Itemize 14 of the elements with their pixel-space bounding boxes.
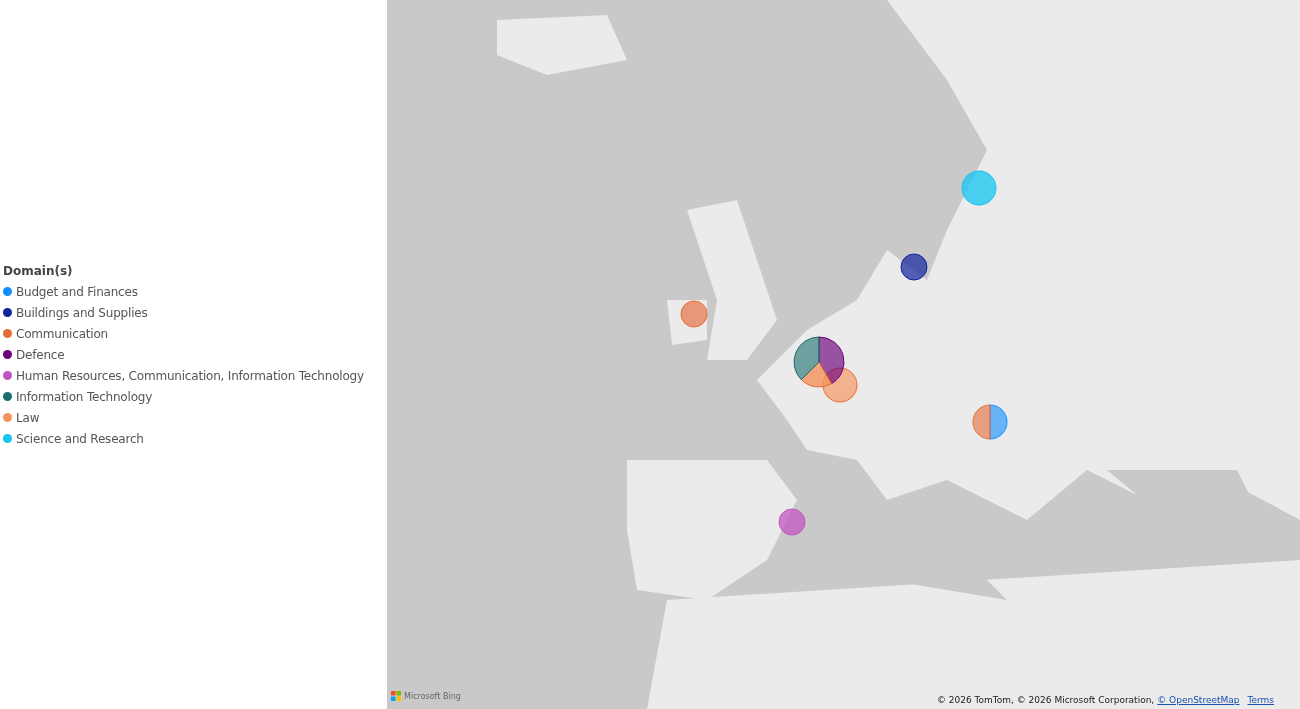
map-logo-text: Microsoft Bing [404, 691, 461, 701]
legend-item[interactable]: Science and Research [3, 430, 364, 447]
windows-logo-icon [391, 691, 401, 701]
legend-title: Domain(s) [3, 263, 74, 278]
legend-item[interactable]: Communication [3, 325, 364, 342]
legend-item[interactable]: Budget and Finances [3, 283, 364, 300]
attribution-text: © 2026 TomTom, © 2026 Microsoft Corporation, [936, 695, 1155, 705]
legend-item[interactable]: Information Technology [3, 388, 364, 405]
legend-item[interactable]: Defence [3, 346, 364, 363]
legend-item[interactable]: Buildings and Supplies [3, 304, 364, 321]
osm-link[interactable]: © OpenStreetMap [1157, 695, 1240, 705]
legend-item[interactable]: Human Resources, Communication, Information Technology [3, 367, 364, 384]
legend-item[interactable]: Law [3, 409, 364, 426]
terms-link[interactable]: Terms [1247, 695, 1274, 705]
